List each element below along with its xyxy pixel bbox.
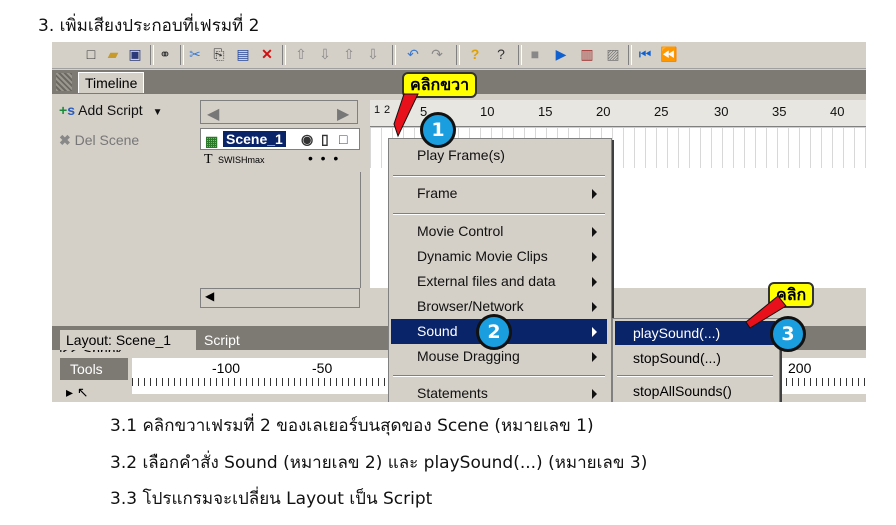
- step-badge-1: 1: [420, 112, 456, 148]
- layer-dots: • • •: [308, 150, 339, 166]
- send-backward-icon[interactable]: ⇩: [364, 45, 382, 63]
- menu-item-frame[interactable]: Frame: [391, 181, 607, 206]
- lock-icon[interactable]: ▯: [321, 129, 329, 149]
- play-icon[interactable]: ▶: [552, 45, 570, 63]
- submenu-arrow-icon: [592, 352, 597, 362]
- help-icon[interactable]: ?: [466, 45, 484, 63]
- timeline-horizontal-scrollbar-bottom[interactable]: ◀: [200, 288, 360, 308]
- ruler-num-15: 15: [538, 104, 553, 119]
- scroll-right-icon[interactable]: ▶: [337, 104, 349, 124]
- ruler-num-40: 40: [830, 104, 845, 119]
- context-help-icon[interactable]: ?: [492, 45, 510, 63]
- instruction-heading: 3. เพิ่มเสียงประกอบที่เฟรมที่ 2: [38, 16, 260, 36]
- binoculars-icon[interactable]: ⚭: [156, 45, 174, 63]
- tools-label: Tools: [60, 358, 128, 380]
- copy-icon[interactable]: ⎘: [210, 45, 228, 63]
- tab-timeline[interactable]: Timeline: [78, 72, 144, 93]
- add-script-button[interactable]: +s Add Script ▼: [55, 98, 193, 122]
- step-3-2: 3.2 เลือกคำสั่ง Sound (หมายเลข 2) และ pl…: [110, 453, 648, 473]
- layout-ruler-num-minus50: -50: [312, 360, 333, 376]
- delete-icon[interactable]: ✕: [258, 45, 276, 63]
- scene-row[interactable]: ▦ Scene_1 ◉ ▯ □: [200, 128, 360, 150]
- main-toolbar: □ ▰ ▣ ⚭ ✂ ⎘ ▤ ✕ ⇧ ⇩ ⇧ ⇩ ↶ ↷ ? ? ■ ▶ ▥ ▨ …: [52, 42, 866, 69]
- submenu-arrow-icon: [592, 389, 597, 399]
- ruler-num-10: 10: [480, 104, 495, 119]
- layout-ruler-num-200: 200: [788, 360, 812, 376]
- save-icon[interactable]: ▣: [126, 45, 144, 63]
- submenu-arrow-icon: [592, 189, 597, 199]
- scene-icon: ▦: [205, 133, 219, 149]
- layer-name: SWISHmax: [218, 155, 265, 165]
- menu-item-external-files[interactable]: External files and data: [391, 269, 607, 294]
- ruler-num-25: 25: [654, 104, 669, 119]
- del-scene-button[interactable]: ✖ Del Scene: [55, 128, 193, 152]
- scene-name: Scene_1: [223, 131, 286, 147]
- tab-layout[interactable]: Layout: Scene_1: [60, 330, 196, 350]
- menu-item-dynamic-movie-clips[interactable]: Dynamic Movie Clips: [391, 244, 607, 269]
- step-3-3: 3.3 โปรแกรมจะเปลี่ยน Layout เป็น Script: [110, 489, 433, 509]
- delete-scene-icon: ✖: [59, 132, 71, 148]
- scene-list-empty: [200, 172, 361, 288]
- text-layer-icon: T: [204, 152, 213, 167]
- submenu-item-stop-sound[interactable]: stopSound(...): [615, 346, 775, 370]
- select-tool-icon[interactable]: ▸ ↖: [66, 384, 89, 401]
- stop-icon[interactable]: ■: [526, 45, 544, 63]
- submenu-arrow-icon: [592, 302, 597, 312]
- timeline-left-panel: +s Add Script ▼ ✖ Del Scene |<< Shrink: [52, 96, 197, 359]
- add-script-label: Add Script: [78, 102, 143, 118]
- ruler-num-35: 35: [772, 104, 787, 119]
- step-badge-3: 3: [770, 316, 806, 352]
- swishmax-screenshot: □ ▰ ▣ ⚭ ✂ ⎘ ▤ ✕ ⇧ ⇩ ⇧ ⇩ ↶ ↷ ? ? ■ ▶ ▥ ▨ …: [52, 42, 866, 402]
- panel-grip-icon[interactable]: [56, 73, 72, 91]
- paste-icon[interactable]: ▤: [234, 45, 252, 63]
- menu-separator: [393, 175, 605, 177]
- context-menu: Play Frame(s) Frame Movie Control Dynami…: [388, 138, 612, 402]
- open-folder-icon[interactable]: ▰: [104, 45, 122, 63]
- menu-separator: [393, 375, 605, 377]
- scroll-left-icon[interactable]: ◀: [205, 289, 214, 303]
- scroll-left-icon[interactable]: ◀: [207, 104, 219, 124]
- move-down-icon[interactable]: ⇩: [316, 45, 334, 63]
- chevron-down-icon[interactable]: ▼: [153, 107, 163, 118]
- bring-forward-icon[interactable]: ⇧: [340, 45, 358, 63]
- rewind-icon[interactable]: ⏪: [660, 45, 678, 63]
- layout-ruler-num-minus100: -100: [212, 360, 241, 376]
- new-file-icon[interactable]: □: [82, 45, 100, 63]
- menu-separator: [617, 375, 773, 377]
- submenu-arrow-icon: [592, 277, 597, 287]
- menu-item-movie-control[interactable]: Movie Control: [391, 219, 607, 244]
- ruler-num-20: 20: [596, 104, 611, 119]
- menu-item-play-frames[interactable]: Play Frame(s): [391, 143, 607, 168]
- step-3-1: 3.1 คลิกขวาเฟรมที่ 2 ของเลเยอร์บนสุดของ …: [110, 416, 594, 436]
- export-icon[interactable]: ▨: [604, 45, 622, 63]
- add-script-icon: +: [59, 102, 68, 118]
- step-badge-2: 2: [476, 314, 512, 350]
- scene-icon[interactable]: ▥: [578, 45, 596, 63]
- submenu-arrow-icon: [592, 227, 597, 237]
- submenu-arrow-icon: [592, 252, 597, 262]
- undo-icon[interactable]: ↶: [404, 45, 422, 63]
- cut-icon[interactable]: ✂: [186, 45, 204, 63]
- timeline-horizontal-scrollbar-top[interactable]: ◀ ▶: [200, 100, 358, 124]
- del-scene-label: Del Scene: [74, 132, 140, 148]
- ruler-num-1: 1: [374, 104, 381, 116]
- menu-separator: [393, 213, 605, 215]
- move-up-icon[interactable]: ⇧: [292, 45, 310, 63]
- outline-icon[interactable]: □: [339, 129, 347, 149]
- submenu-item-stop-all-sounds[interactable]: stopAllSounds(): [615, 379, 775, 402]
- visibility-eye-icon[interactable]: ◉: [301, 129, 313, 149]
- redo-icon[interactable]: ↷: [428, 45, 446, 63]
- tab-script[interactable]: Script: [198, 330, 258, 350]
- menu-item-statements[interactable]: Statements: [391, 381, 607, 402]
- layer-row[interactable]: T SWISHmax • • •: [200, 150, 360, 170]
- ruler-num-30: 30: [714, 104, 729, 119]
- first-frame-icon[interactable]: ⏮: [636, 45, 654, 63]
- submenu-arrow-icon: [592, 327, 597, 337]
